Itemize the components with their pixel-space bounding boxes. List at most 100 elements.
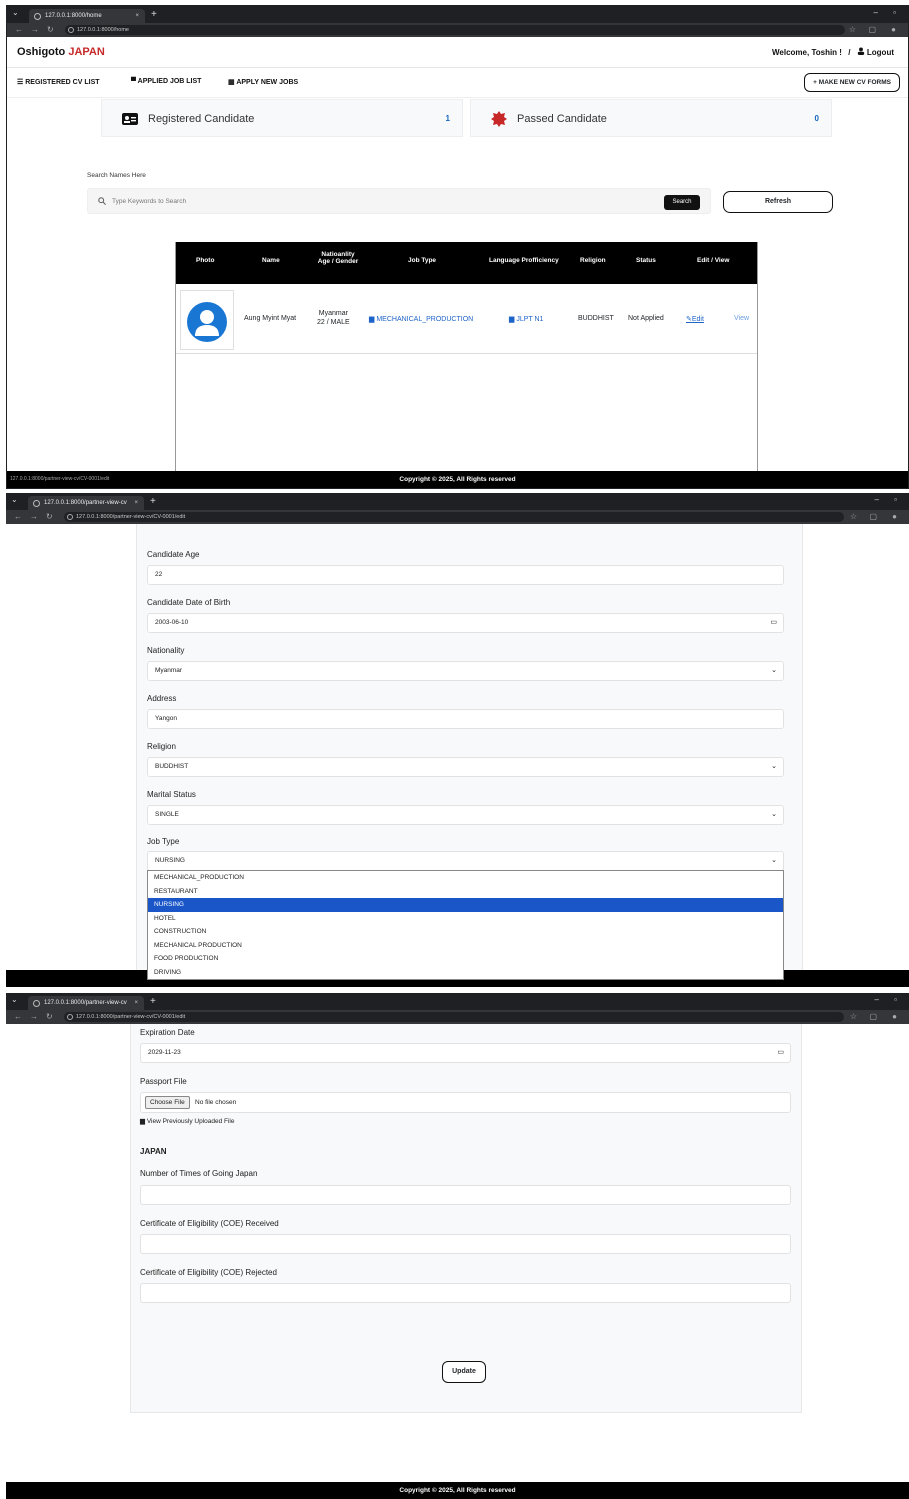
tab-close-icon[interactable]: × [134,996,138,1010]
profile-icon[interactable]: ● [891,25,896,34]
religion-select[interactable]: BUDDHIST ⌄ [147,757,784,777]
extensions-icon[interactable]: ▢ [868,25,876,34]
restore-icon[interactable]: ▫ [894,495,897,504]
tab-search-icon[interactable]: ⌄ [11,995,18,1004]
site-info-icon[interactable] [68,27,74,33]
new-tab-icon[interactable]: + [150,496,156,507]
nationality-label: Nationality [147,646,185,655]
nationality-select[interactable]: Myanmar ⌄ [147,661,784,681]
job-type-option[interactable]: RESTAURANT [148,885,783,899]
footer-text: Copyright © 2025, All Rights reserved [399,476,516,483]
search-field[interactable]: Type Keywords to Search Search [87,188,711,214]
search-placeholder: Type Keywords to Search [112,198,187,205]
reload-icon[interactable]: ↻ [47,25,54,34]
address-bar[interactable]: 127.0.0.1:8000/partner-view-cv/CV-0001/e… [64,512,844,522]
reload-icon[interactable]: ↻ [46,1012,53,1021]
minimize-icon[interactable]: – [875,495,879,504]
times-going-japan-input[interactable] [140,1185,791,1205]
back-icon[interactable]: ← [14,1012,22,1021]
calendar-icon[interactable]: ▭ [777,1044,784,1062]
file-icon: ▆ [369,316,375,323]
expiration-date-input[interactable]: 2029-11-23 ▭ [140,1043,791,1063]
address-bar[interactable]: 127.0.0.1:8000/home [65,25,845,35]
logout-link[interactable]: Logout [857,47,894,57]
new-tab-icon[interactable]: + [151,9,157,20]
reload-icon[interactable]: ↻ [46,512,53,521]
footer-text: Copyright © 2025, All Rights reserved [399,1487,516,1494]
marital-status-select[interactable]: SINGLE ⌄ [147,805,784,825]
refresh-button[interactable]: Refresh [723,191,833,213]
bookmark-star-icon[interactable]: ☆ [849,25,856,34]
job-type-option[interactable]: NURSING [148,898,783,912]
back-icon[interactable]: ← [14,512,22,521]
cell-religion: BUDDHIST [578,315,614,322]
browser-tab[interactable]: 127.0.0.1:8000/home × [29,9,145,23]
cell-language: JLPT N1 [516,316,544,323]
passport-file-input[interactable]: Choose File No file chosen [140,1092,791,1113]
site-info-icon[interactable] [67,514,73,520]
nav-row: ☰ REGISTERED CV LIST ▀ APPLIED JOB LIST … [7,68,908,98]
tab-close-icon[interactable]: × [135,9,139,23]
dob-input[interactable]: 2003-06-10 ▭ [147,613,784,633]
job-type-option[interactable]: HOTEL [148,912,783,926]
back-icon[interactable]: ← [15,25,23,34]
cell-language-link[interactable]: ▆ JLPT N1 [509,315,543,323]
marital-status-label: Marital Status [147,790,196,799]
view-previous-file-link[interactable]: ▆ View Previously Uploaded File [140,1117,235,1125]
address-input[interactable]: Yangon [147,709,784,729]
no-file-text: No file chosen [195,1099,237,1106]
address-bar[interactable]: 127.0.0.1:8000/partner-view-cv/CV-0001/e… [64,1012,844,1022]
job-type-select[interactable]: NURSING ⌄ [147,851,784,871]
browser-tab[interactable]: 127.0.0.1:8000/partner-view-cv × [28,996,144,1010]
site-info-icon[interactable] [67,1014,73,1020]
calendar-icon[interactable]: ▭ [770,614,777,632]
cell-age-gender: 22 / MALE [317,319,350,326]
job-type-option[interactable]: DRIVING [148,966,783,980]
restore-icon[interactable]: ▫ [893,8,896,17]
extensions-icon[interactable]: ▢ [869,1012,877,1021]
screenshot-edit-form-top: ⌄ 127.0.0.1:8000/partner-view-cv × + – ▫… [6,493,909,987]
minimize-icon[interactable]: – [875,995,879,1004]
job-type-option[interactable]: MECHANICAL_PRODUCTION [148,871,783,885]
tab-title: 127.0.0.1:8000/partner-view-cv [44,500,127,506]
tab-search-icon[interactable]: ⌄ [12,8,19,17]
job-type-option[interactable]: CONSTRUCTION [148,925,783,939]
bookmark-star-icon[interactable]: ☆ [850,1012,857,1021]
choose-file-button[interactable]: Choose File [145,1096,190,1109]
coe-received-input[interactable] [140,1234,791,1254]
job-type-option[interactable]: MECHANICAL PRODUCTION [148,939,783,953]
forward-icon[interactable]: → [30,512,38,521]
forward-icon[interactable]: → [31,25,39,34]
brand-logo[interactable]: Oshigoto JAPAN [17,46,105,58]
minimize-icon[interactable]: – [874,8,878,17]
forward-icon[interactable]: → [30,1012,38,1021]
nav-apply-new[interactable]: ▦ APPLY NEW JOBS [228,78,298,86]
coe-rejected-input[interactable] [140,1283,791,1303]
passport-file-label: Passport File [140,1077,187,1086]
tab-close-icon[interactable]: × [134,496,138,510]
tab-search-icon[interactable]: ⌄ [11,495,18,504]
extensions-icon[interactable]: ▢ [869,512,877,521]
cell-job-type-link[interactable]: ▆ MECHANICAL_PRODUCTION [369,315,473,323]
view-link[interactable]: View [734,315,749,322]
profile-icon[interactable]: ● [892,1012,897,1021]
new-tab-icon[interactable]: + [150,996,156,1007]
restore-icon[interactable]: ▫ [894,995,897,1004]
update-button[interactable]: Update [442,1361,486,1383]
registered-candidate-card: Registered Candidate 1 [101,99,463,137]
nav-registered-cv[interactable]: ☰ REGISTERED CV LIST [17,78,100,86]
browser-tab[interactable]: 127.0.0.1:8000/partner-view-cv × [28,496,144,510]
profile-icon[interactable]: ● [892,512,897,521]
job-type-option[interactable]: FOOD PRODUCTION [148,952,783,966]
edit-link[interactable]: ✎Edit [686,315,704,323]
nav-applied-jobs[interactable]: ▀ APPLIED JOB LIST [131,78,201,85]
file-icon: ▆ [509,316,515,323]
search-button[interactable]: Search [664,195,700,210]
make-new-cv-button[interactable]: + MAKE NEW CV FORMS [804,73,900,92]
nationality-value: Myanmar [155,667,183,674]
user-icon [857,47,864,55]
passed-candidate-card: Passed Candidate 0 [470,99,832,137]
age-input[interactable]: 22 [147,565,784,585]
dob-value: 2003-06-10 [155,619,189,626]
bookmark-star-icon[interactable]: ☆ [850,512,857,521]
